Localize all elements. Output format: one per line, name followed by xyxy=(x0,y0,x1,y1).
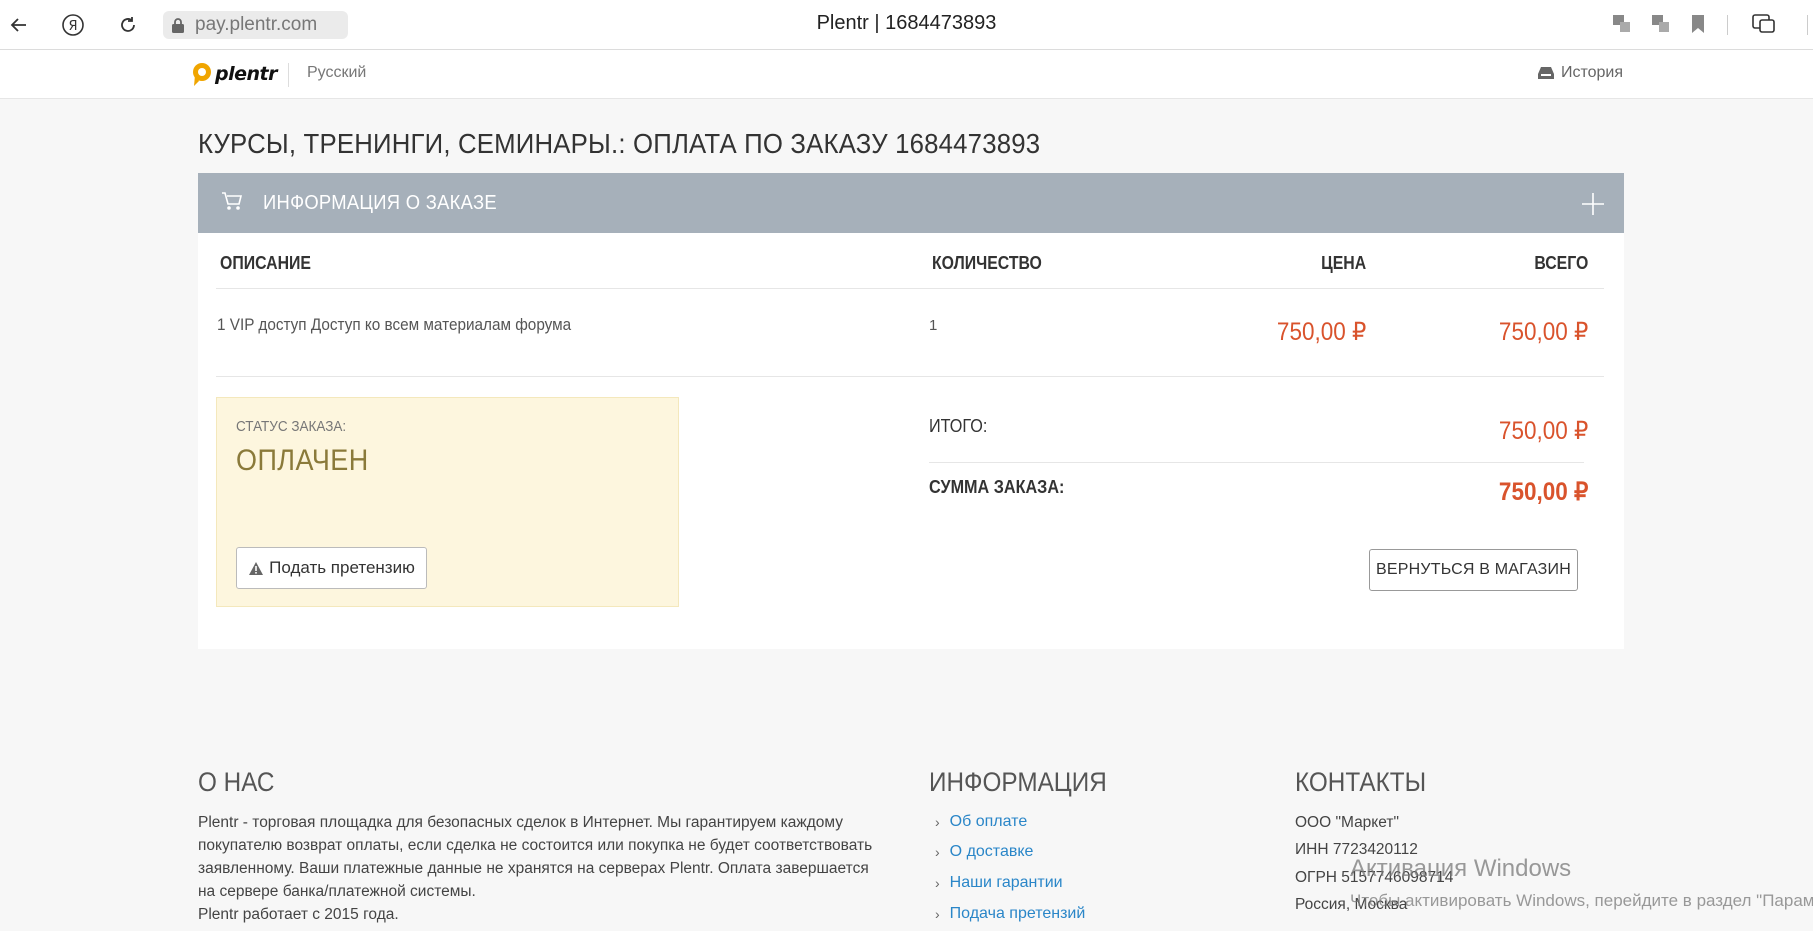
column-total: ВСЕГО xyxy=(1534,253,1588,273)
subtotal-divider-line xyxy=(929,462,1584,463)
inbox-icon xyxy=(1537,67,1554,79)
header-divider xyxy=(288,63,289,87)
extensions-button[interactable] xyxy=(1751,12,1777,38)
return-to-shop-button[interactable]: ВЕРНУТЬСЯ В МАГАЗИН xyxy=(1369,549,1578,591)
site-header: plentr Русский История xyxy=(0,50,1813,99)
footer-about-title: О НАС xyxy=(198,767,275,797)
status-label: СТАТУС ЗАКАЗА: xyxy=(236,418,347,435)
subtotal-label: ИТОГО: xyxy=(929,416,988,436)
contact-inn: ИНН 7723420112 xyxy=(1295,841,1418,858)
back-button[interactable] xyxy=(4,10,34,40)
subtotal-value: 750,00 ₽ xyxy=(1498,417,1588,445)
contact-company: ООО "Маркет" xyxy=(1295,814,1399,831)
reader-icon xyxy=(1652,15,1669,32)
footer-link-label: Об оплате xyxy=(949,813,1028,830)
warning-icon xyxy=(249,561,264,575)
yandex-logo-icon: Я xyxy=(62,14,84,36)
header-divider-line xyxy=(216,288,1604,289)
bookmark-icon xyxy=(1692,15,1704,33)
contact-ogrn: ОГРН 5157746098714 xyxy=(1295,869,1454,886)
chat-icon xyxy=(1752,14,1775,33)
chevron-right-icon: › xyxy=(935,844,940,860)
logo-text: plentr xyxy=(215,63,277,85)
column-price: ЦЕНА xyxy=(1320,253,1366,273)
item-description: 1 VIP доступ Доступ ко всем материалам ф… xyxy=(217,315,572,334)
reload-button[interactable] xyxy=(113,10,143,40)
submit-claim-label: Подать претензию xyxy=(269,558,415,577)
footer-link-claims[interactable]: › Подача претензий xyxy=(935,905,1085,923)
item-total: 750,00 ₽ xyxy=(1498,318,1588,346)
chevron-right-icon: › xyxy=(935,875,940,891)
toolbar-divider xyxy=(1807,15,1808,35)
column-description: ОПИСАНИЕ xyxy=(220,253,311,273)
address-bar[interactable]: pay.plentr.com xyxy=(163,11,348,39)
plentr-logo[interactable]: plentr xyxy=(191,61,277,87)
cart-icon xyxy=(222,192,243,210)
toolbar-divider xyxy=(1727,15,1728,35)
footer-contacts-title: КОНТАКТЫ xyxy=(1295,767,1427,797)
order-status-box: СТАТУС ЗАКАЗА: ОПЛАЧЕН Подать претензию xyxy=(216,397,679,607)
plentr-logo-icon xyxy=(193,63,211,86)
contact-address: Россия, Москва xyxy=(1295,896,1408,913)
order-sum-value: 750,00 ₽ xyxy=(1498,478,1588,506)
chevron-right-icon: › xyxy=(935,814,940,830)
footer-link-label: Подача претензий xyxy=(949,905,1086,922)
bookmark-button[interactable] xyxy=(1690,12,1706,38)
about-since: Plentr работает с 2015 года. xyxy=(198,906,399,923)
order-info-title: ИНФОРМАЦИЯ О ЗАКАЗЕ xyxy=(263,192,497,214)
about-paragraph: Plentr - торговая площадка для безопасны… xyxy=(198,814,873,900)
reader-button[interactable] xyxy=(1651,12,1671,38)
footer-about-text: Plentr - торговая площадка для безопасны… xyxy=(198,811,878,926)
order-sum-label: СУММА ЗАКАЗА: xyxy=(929,477,1065,497)
submit-claim-button[interactable]: Подать претензию xyxy=(236,547,427,589)
url-text: pay.plentr.com xyxy=(195,14,318,35)
page-title: КУРСЫ, ТРЕНИНГИ, СЕМИНАРЫ.: ОПЛАТА ПО ЗА… xyxy=(198,128,1041,159)
language-selector[interactable]: Русский xyxy=(307,64,366,82)
plus-icon[interactable] xyxy=(1580,191,1606,217)
chevron-right-icon: › xyxy=(935,906,940,922)
item-price: 750,00 ₽ xyxy=(1276,318,1366,346)
item-quantity: 1 xyxy=(929,317,938,334)
history-link[interactable]: История xyxy=(1537,64,1623,82)
column-quantity: КОЛИЧЕСТВО xyxy=(932,253,1042,273)
translate-icon xyxy=(1613,15,1630,32)
lock-icon xyxy=(172,18,184,33)
footer-link-guarantees[interactable]: › Наши гарантии xyxy=(935,874,1063,892)
footer-link-payment[interactable]: › Об оплате xyxy=(935,813,1027,831)
translate-button[interactable] xyxy=(1612,12,1632,38)
yandex-button[interactable]: Я xyxy=(58,10,88,40)
browser-toolbar: Я pay.plentr.com Plentr | 1684473893 xyxy=(0,0,1813,50)
footer-link-label: Наши гарантии xyxy=(949,874,1063,891)
arrow-left-icon xyxy=(10,18,26,32)
footer-link-label: О доставке xyxy=(949,843,1034,860)
order-card: ИНФОРМАЦИЯ О ЗАКАЗЕ ОПИСАНИЕ КОЛИЧЕСТВО … xyxy=(198,173,1624,649)
status-value: ОПЛАЧЕН xyxy=(236,444,369,477)
reload-icon xyxy=(121,17,135,32)
footer-link-delivery[interactable]: › О доставке xyxy=(935,843,1033,861)
item-divider-line xyxy=(216,376,1604,377)
history-label: История xyxy=(1560,64,1623,81)
svg-text:Я: Я xyxy=(68,19,77,34)
footer-info-title: ИНФОРМАЦИЯ xyxy=(929,767,1107,797)
order-info-header[interactable]: ИНФОРМАЦИЯ О ЗАКАЗЕ xyxy=(198,173,1624,233)
activation-text: Чтобы активировать Windows, перейдите в … xyxy=(1350,891,1813,910)
